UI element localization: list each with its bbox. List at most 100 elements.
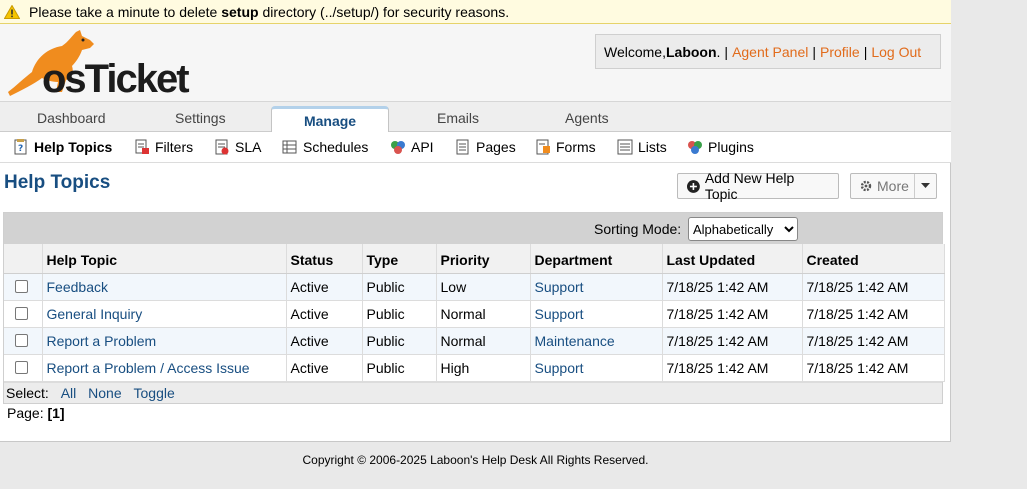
subnav-pages[interactable]: Pages [455,139,516,155]
subnav-label: API [411,139,434,155]
status-cell: Active [286,354,363,382]
more-label: More [877,178,909,194]
type-cell: Public [362,300,437,328]
logo[interactable]: osTicket [2,28,190,103]
forms-icon [536,139,550,155]
help-topics-table: Sorting Mode: Alphabetically Help Topic … [3,212,945,404]
type-cell: Public [362,273,437,301]
sorting-mode-select[interactable]: Alphabetically [688,217,798,241]
welcome-label: Welcome, [604,43,666,60]
select-column-header [4,244,43,274]
page-title: Help Topics [4,172,111,193]
select-bar: Select: All None Toggle [4,381,942,403]
select-none-link[interactable]: None [88,385,121,401]
subnav-filters[interactable]: Filters [134,139,193,155]
sorting-mode-label: Sorting Mode: [594,221,682,237]
priority-cell: Normal [436,327,531,355]
column-header[interactable]: Priority [436,244,531,274]
row-checkbox[interactable] [15,280,28,293]
warning-icon [4,4,20,19]
select-toggle-link[interactable]: Toggle [134,385,175,401]
subnav-forms[interactable]: Forms [535,139,596,155]
column-header[interactable]: Help Topic [42,244,287,274]
topic-link[interactable]: Report a Problem [47,333,157,349]
svg-text:?: ? [18,144,23,154]
topic-link[interactable]: General Inquiry [47,306,143,322]
department-link[interactable]: Support [535,360,584,376]
table-row: Feedback Active Public Low Support 7/18/… [4,273,945,301]
subnav-api[interactable]: API [390,139,434,155]
pagination: Page: [1] [7,405,65,421]
row-checkbox[interactable] [15,334,28,347]
separator: | [812,43,816,60]
subnav-schedules[interactable]: Schedules [282,139,368,155]
subnav-sla[interactable]: SLA [214,139,261,155]
tab-settings[interactable]: Settings [175,110,226,126]
subnav-label: Filters [155,139,194,155]
status-cell: Active [286,327,363,355]
department-link[interactable]: Maintenance [535,333,615,349]
subnav-label: SLA [235,139,262,155]
separator: | [724,43,729,60]
status-cell: Active [286,300,363,328]
manage-subnav: ? Help Topics Filters SLA Schedules API … [0,132,951,163]
agent-panel-link[interactable]: Agent Panel [732,44,808,60]
page: Please take a minute to delete setup dir… [0,0,951,442]
type-cell: Public [362,354,437,382]
column-header[interactable]: Status [286,244,363,274]
column-header[interactable]: Created [802,244,945,274]
tab-dashboard[interactable]: Dashboard [37,110,106,126]
created-cell: 7/18/25 1:42 AM [802,354,945,382]
status-cell: Active [286,273,363,301]
column-header[interactable]: Type [362,244,437,274]
lists-icon [617,139,633,155]
subnav-lists[interactable]: Lists [617,139,667,155]
updated-cell: 7/18/25 1:42 AM [662,354,803,382]
welcome-period: . [716,43,721,60]
separator: | [863,43,868,60]
subnav-label: Forms [556,139,596,155]
column-header[interactable]: Last Updated [662,244,803,274]
add-new-help-topic-button[interactable]: Add New Help Topic [677,170,839,202]
row-checkbox[interactable] [15,361,28,374]
sla-icon [215,139,229,155]
topic-link[interactable]: Report a Problem / Access Issue [47,360,250,376]
pages-icon [456,139,469,155]
column-header[interactable]: Department [530,244,663,274]
topics-table: Help Topic Status Type Priority Departme… [4,244,945,382]
current-page: [1] [47,405,65,421]
chevron-down-icon[interactable] [914,174,936,198]
tab-manage[interactable]: Manage [271,106,389,133]
tab-agents[interactable]: Agents [565,110,609,126]
logout-link[interactable]: Log Out [871,44,921,60]
more-button[interactable]: More [850,173,937,199]
department-link[interactable]: Support [535,279,584,295]
subnav-plugins[interactable]: Plugins [687,139,754,155]
tab-emails[interactable]: Emails [437,110,479,126]
add-new-label: Add New Help Topic [704,170,795,202]
filters-icon [135,139,149,154]
user-welcome-box: Welcome, Laboon . | Agent Panel | Profil… [595,34,941,69]
user-name: Laboon [665,43,717,60]
footer-copyright: Copyright © 2006-2025 Laboon's Help Desk… [302,453,649,467]
topic-link[interactable]: Feedback [47,279,108,295]
subnav-help-topics[interactable]: ? Help Topics [13,139,112,155]
select-all-link[interactable]: All [61,385,77,401]
subnav-label: Help Topics [34,139,113,155]
profile-link[interactable]: Profile [820,44,860,60]
subnav-label: Plugins [708,139,754,155]
subnav-label: Schedules [303,139,369,155]
row-checkbox[interactable] [15,307,28,320]
schedules-icon [282,140,297,154]
updated-cell: 7/18/25 1:42 AM [662,300,803,328]
table-row: General Inquiry Active Public Normal Sup… [4,300,945,328]
table-row: Report a Problem Active Public Normal Ma… [4,327,945,355]
created-cell: 7/18/25 1:42 AM [802,300,945,328]
department-link[interactable]: Support [535,306,584,322]
subnav-label: Lists [638,139,667,155]
priority-cell: Normal [436,300,531,328]
plugins-icon [688,141,702,154]
updated-cell: 7/18/25 1:42 AM [662,327,803,355]
created-cell: 7/18/25 1:42 AM [802,273,945,301]
created-cell: 7/18/25 1:42 AM [802,327,945,355]
